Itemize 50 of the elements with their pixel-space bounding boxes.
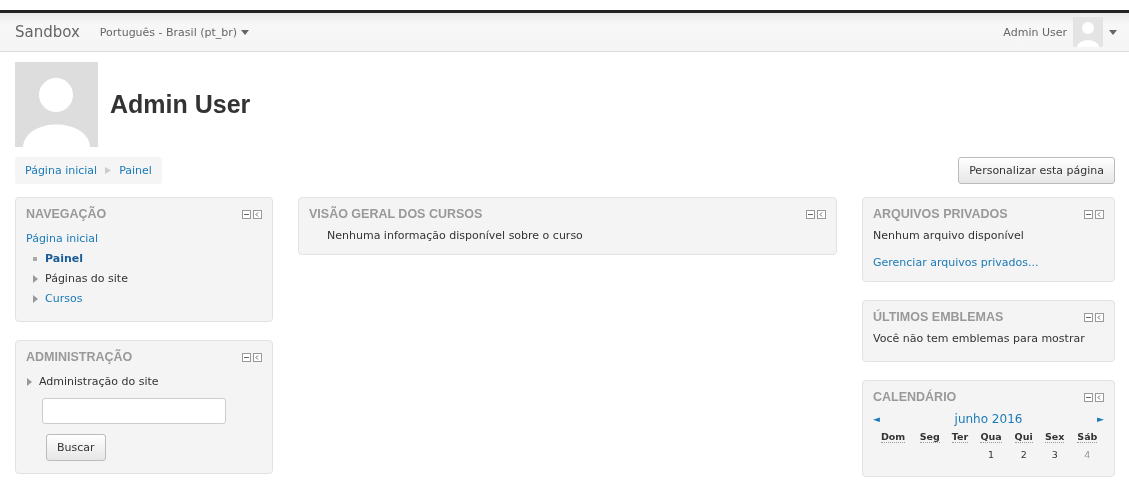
weekday-label: Qua (980, 431, 1002, 443)
weekday-label: Dom (880, 431, 906, 443)
breadcrumb-link[interactable]: Painel (119, 164, 152, 177)
block-title: ÚLTIMOS EMBLEMAS (873, 310, 1004, 324)
weekday-label: Sáb (1077, 431, 1098, 443)
month-title[interactable]: junho 2016 (954, 412, 1023, 426)
calendar-day[interactable]: 1 (988, 449, 995, 460)
weekday-label: Sex (1044, 431, 1065, 443)
block-title: VISÃO GERAL DOS CURSOS (309, 207, 483, 221)
bullet-icon (32, 255, 39, 263)
empty-message: Nenhum arquivo disponível (873, 229, 1025, 242)
breadcrumb-link[interactable]: Página inicial (25, 164, 98, 177)
block-title: CALENDÁRIO (873, 390, 957, 404)
block-controls-icon[interactable] (1084, 312, 1104, 322)
site-name[interactable]: Sandbox (15, 23, 80, 41)
customize-page-button[interactable]: Personalizar esta página (958, 157, 1115, 184)
caret-icon[interactable] (1109, 29, 1117, 35)
caret-icon[interactable] (241, 29, 250, 35)
block-title: ARQUIVOS PRIVADOS (873, 207, 1008, 221)
nav-item[interactable]: Administração do site (39, 372, 159, 392)
separator-icon (105, 167, 112, 174)
block-controls-icon[interactable] (1084, 392, 1104, 402)
block-controls-icon[interactable] (242, 209, 262, 219)
user-name[interactable]: Admin User (1003, 25, 1067, 39)
search-field[interactable] (42, 398, 226, 424)
previous-month-link[interactable]: ◄ (873, 414, 880, 424)
weekday-label: Ter (951, 431, 969, 443)
nav-item[interactable]: Página inicial (26, 229, 99, 249)
weekday-label: Qui (1014, 431, 1033, 443)
next-month-link[interactable]: ► (1097, 414, 1104, 424)
manage-files-link[interactable]: Gerenciar arquivos privados... (873, 256, 1039, 269)
expand-arrow-icon[interactable] (26, 378, 33, 386)
calendar-day[interactable]: 3 (1051, 449, 1058, 460)
block-controls-icon[interactable] (242, 352, 262, 362)
user-heading: Admin User (110, 90, 251, 119)
block-title: NAVEGAÇÃO (26, 207, 107, 221)
weekday-label: Seg (919, 431, 940, 443)
calendar-day[interactable]: 2 (1020, 449, 1027, 460)
expand-arrow-icon[interactable] (32, 295, 39, 303)
block-controls-icon[interactable] (806, 209, 826, 219)
block-title: ADMINISTRAÇÃO (26, 350, 133, 364)
nav-item[interactable]: Páginas do site (45, 269, 128, 289)
nav-item[interactable]: Cursos (45, 289, 83, 309)
expand-arrow-icon[interactable] (32, 275, 39, 283)
language-menu[interactable]: Português - Brasil (pt_br) (99, 25, 238, 39)
empty-message: Você não tem emblemas para mostrar (873, 332, 1086, 345)
nav-item[interactable]: Painel (45, 249, 84, 269)
search-button[interactable]: Buscar (46, 434, 106, 461)
block-controls-icon[interactable] (1084, 209, 1104, 219)
empty-message: Nenhuma informação disponível sobre o curso (326, 229, 584, 242)
